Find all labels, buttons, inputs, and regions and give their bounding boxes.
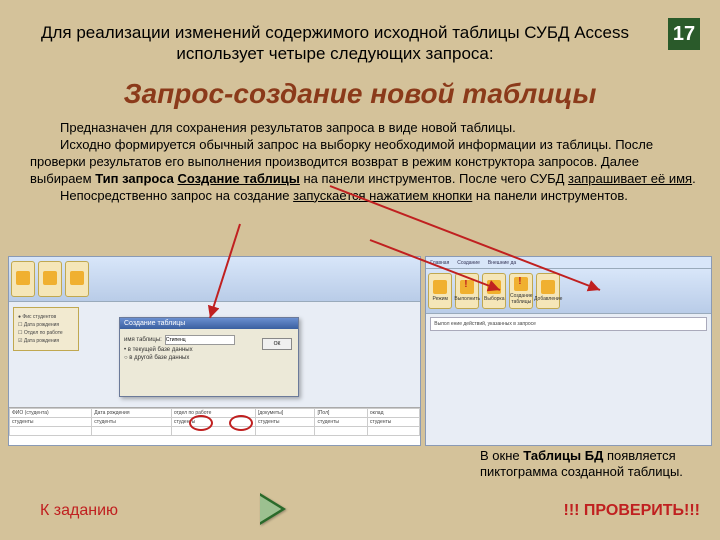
table-name-input xyxy=(165,335,235,345)
next-button[interactable] xyxy=(260,493,286,525)
append-button: Добавление xyxy=(536,273,560,309)
screenshot-left: ● Фис студентов ☐ Дата рождения ☐ Отдел … xyxy=(8,256,421,446)
ribbon-button xyxy=(38,261,62,297)
ribbon-button xyxy=(65,261,89,297)
circle-annotation xyxy=(229,415,253,431)
check-warning: !!! ПРОВЕРИТЬ!!! xyxy=(564,502,701,520)
result-text: В окне Таблицы БД появляется пиктограмма… xyxy=(480,448,700,479)
intro-text: Для реализации изменений содержимого исх… xyxy=(8,22,662,65)
query-grid: ФИО (студента)Дата рожденияотдел по рабо… xyxy=(9,407,420,445)
field-list-sidebar: ● Фис студентов ☐ Дата рождения ☐ Отдел … xyxy=(13,307,79,351)
screenshots-row: ● Фис студентов ☐ Дата рождения ☐ Отдел … xyxy=(8,256,712,446)
ribbon-button xyxy=(11,261,35,297)
paragraph-2: Исходно формируется обычный запрос на вы… xyxy=(30,137,700,188)
ok-button: ОК xyxy=(262,338,292,350)
create-table-dialog: Создание таблицы имя таблицы: • в текуще… xyxy=(119,317,299,397)
ribbon-tabs: Главная Создание Внешние да xyxy=(426,257,711,269)
paragraph-3: Непосредственно запрос на создание запус… xyxy=(30,188,700,205)
run-button: Выполнить xyxy=(455,273,479,309)
page-title: Запрос-создание новой таблицы xyxy=(0,78,720,110)
paragraph-1: Предназначен для сохранения результатов … xyxy=(30,120,700,137)
tooltip-text: Выпол ение действий, указанных в запросе xyxy=(430,317,707,331)
circle-annotation xyxy=(189,415,213,431)
screenshot-right: Главная Создание Внешние да Режим Выполн… xyxy=(425,256,712,446)
mode-button: Режим xyxy=(428,273,452,309)
select-button: Выборка xyxy=(482,273,506,309)
ribbon-left xyxy=(9,257,420,302)
maketable-button: Создание таблицы xyxy=(509,273,533,309)
body-text: Предназначен для сохранения результатов … xyxy=(30,120,700,204)
ribbon-right: Режим Выполнить Выборка Создание таблицы… xyxy=(426,269,711,314)
page-number: 17 xyxy=(668,18,700,50)
dialog-title: Создание таблицы xyxy=(120,318,298,329)
back-link[interactable]: К заданию xyxy=(40,502,118,520)
